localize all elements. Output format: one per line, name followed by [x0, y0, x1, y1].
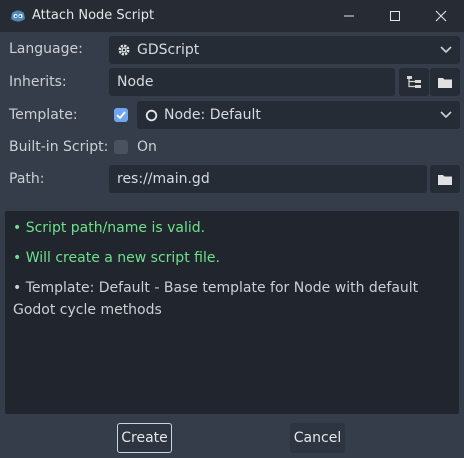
language-dropdown[interactable]: GDScript	[109, 36, 460, 64]
path-input[interactable]: res://main.gd	[109, 165, 427, 193]
window-title: Attach Node Script	[32, 8, 155, 23]
checkmark-icon	[116, 111, 126, 120]
browse-class-tree-button[interactable]	[399, 68, 429, 96]
path-file-button[interactable]	[430, 165, 460, 193]
template-value: Node: Default	[164, 107, 261, 123]
path-label: Path:	[9, 171, 45, 187]
class-tree-icon	[407, 76, 421, 88]
inherits-file-button[interactable]	[430, 68, 460, 96]
chevron-down-icon	[440, 46, 452, 54]
template-checkbox[interactable]	[114, 108, 128, 122]
create-button[interactable]: Create	[117, 423, 172, 453]
builtin-script-label: Built-in Script:	[9, 139, 109, 155]
minimize-icon	[344, 15, 354, 17]
close-icon	[435, 10, 447, 22]
template-dropdown[interactable]: Node: Default	[137, 101, 460, 129]
inherits-label: Inherits:	[9, 74, 67, 90]
maximize-icon	[390, 11, 400, 21]
cancel-button[interactable]: Cancel	[290, 423, 345, 453]
message-new-file: • Will create a new script file.	[13, 250, 220, 266]
folder-icon	[438, 174, 452, 185]
inherits-value: Node	[117, 74, 154, 90]
chevron-down-icon	[440, 111, 452, 119]
message-path-valid: • Script path/name is valid.	[13, 220, 206, 236]
message-template: • Template: Default - Base template for …	[13, 280, 419, 318]
template-label: Template:	[9, 107, 78, 123]
minimize-button[interactable]	[326, 0, 372, 32]
title-bar: Attach Node Script	[0, 0, 464, 32]
validation-panel: • Script path/name is valid. • Will crea…	[5, 211, 459, 414]
close-button[interactable]	[418, 0, 464, 32]
godot-logo-icon	[11, 10, 25, 22]
builtin-script-checkbox[interactable]	[114, 140, 128, 154]
builtin-on-label: On	[137, 139, 157, 155]
inherits-input[interactable]: Node	[109, 68, 395, 96]
folder-icon	[438, 77, 452, 88]
language-label: Language:	[9, 41, 83, 57]
maximize-button[interactable]	[372, 0, 418, 32]
node-icon	[145, 109, 158, 121]
path-value: res://main.gd	[117, 171, 210, 187]
gear-icon	[118, 44, 130, 56]
language-value: GDScript	[137, 42, 200, 58]
